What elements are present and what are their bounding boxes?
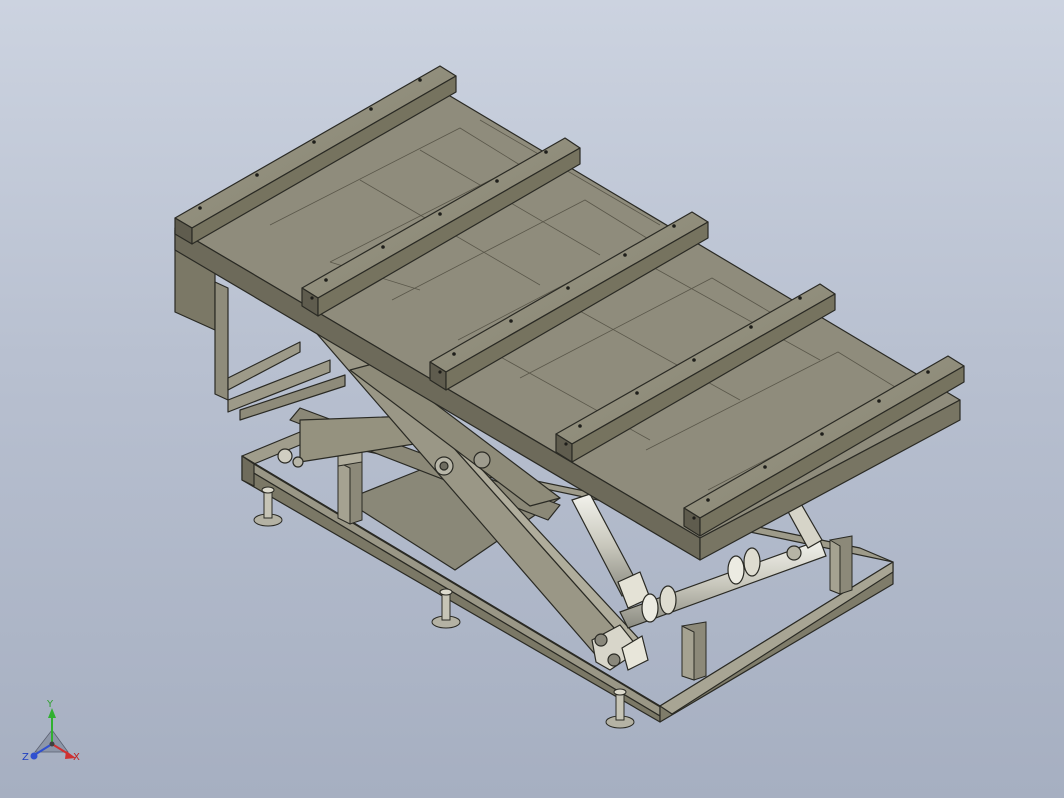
z-axis-label: Z (22, 752, 29, 763)
scissor-lift-model[interactable]: Y X Z (0, 0, 1064, 798)
x-axis-label: X (73, 752, 80, 763)
cad-viewport[interactable]: Y X Z (0, 0, 1064, 798)
y-axis-label: Y (46, 699, 54, 710)
coordinate-triad: Y X Z (22, 699, 80, 763)
